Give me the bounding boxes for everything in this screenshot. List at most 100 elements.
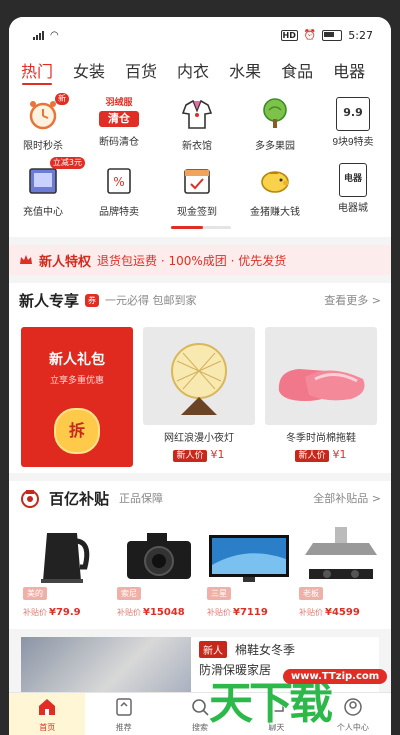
phone-screen: ◠ HD ⏰ 5:27 热门 女装 百货 内衣 水果 食品 电器 新 限时秒杀 …	[9, 17, 391, 735]
watermark-url: www.TTzip.com	[283, 669, 388, 684]
brand-tag: 索尼	[117, 587, 141, 600]
subsidy-item[interactable]: 三星 补贴价 ¥7119	[207, 525, 291, 618]
tree-icon	[263, 98, 287, 128]
feed-title-line1: 棉鞋女冬季	[235, 643, 296, 657]
clock: 5:27	[348, 28, 373, 42]
category-label: 现金签到	[177, 207, 217, 218]
open-coin-button[interactable]: 拆	[54, 408, 100, 454]
category-orchard[interactable]: 多多果园	[247, 97, 303, 152]
calendar-check-icon	[184, 169, 210, 194]
gift-subtitle: 立享多重优惠	[49, 376, 104, 386]
tab-women[interactable]: 女装	[73, 58, 105, 82]
category-label: 充值中心	[23, 207, 63, 218]
category-clearance[interactable]: 羽绒服 清仓 断码清仓	[91, 97, 147, 148]
all-subsidy-link[interactable]: 全部补贴品 >	[313, 490, 381, 506]
category-label: 新衣馆	[182, 141, 212, 152]
category-label: 金猪赚大钱	[250, 207, 300, 218]
clearance-icon: 羽绒服 清仓	[99, 97, 139, 131]
tab-underwear[interactable]: 内衣	[177, 58, 209, 82]
product-name: 网红浪漫小夜灯	[164, 433, 234, 444]
subsidy-section: 百亿补贴 正品保障 全部补贴品 > 美的 补贴价 ¥79.9 索尼 补贴价 ¥150…	[9, 481, 391, 629]
category-label: 断码清仓	[99, 137, 139, 148]
feed-image	[21, 637, 191, 693]
category-label: 电器城	[338, 203, 368, 214]
discount-badge: 立减3元	[49, 157, 85, 169]
camera-image	[127, 533, 191, 579]
brand-tag: 三星	[207, 587, 231, 600]
category-flash-sale[interactable]: 新 限时秒杀	[15, 93, 71, 152]
category-new-clothes[interactable]: 新衣馆	[169, 97, 225, 152]
exclusive-subtitle: 一元必得 包邮到家	[105, 294, 197, 307]
slipper-image	[265, 327, 377, 425]
tab-home[interactable]: 首页	[9, 693, 86, 735]
tab-general[interactable]: 百货	[125, 58, 157, 82]
subsidy-subtitle: 正品保障	[119, 492, 164, 505]
subsidy-badge-icon	[21, 490, 39, 508]
category-grid: 新 限时秒杀 羽绒服 清仓 断码清仓 新衣馆 多多果园 9.9 9块9特卖 立减…	[9, 87, 391, 237]
price-tag: 新人价	[173, 450, 207, 462]
product-price: ¥1	[210, 448, 225, 461]
tab-fruit[interactable]: 水果	[229, 58, 261, 82]
category-label: 9块9特卖	[332, 137, 374, 148]
subsidy-item[interactable]: 美的 补贴价 ¥79.9	[23, 525, 107, 618]
category-99-sale[interactable]: 9.9 9块9特卖	[325, 97, 381, 148]
crown-icon	[20, 255, 32, 264]
category-label: 品牌特卖	[99, 207, 139, 218]
category-label: 限时秒杀	[23, 141, 63, 152]
product-price: ¥1	[332, 448, 347, 461]
category-appliance-city[interactable]: 电器 电器城	[325, 163, 381, 214]
coupon-tag: 券	[85, 293, 100, 307]
kettle-image	[41, 533, 90, 583]
tab-appliance[interactable]: 电器	[333, 58, 365, 82]
subsidy-price: ¥15048	[143, 607, 185, 618]
new-user-title: 新人特权	[39, 254, 92, 270]
category-tabs: 热门 女装 百货 内衣 水果 食品 电器	[9, 53, 391, 87]
subsidy-item[interactable]: 索尼 补贴价 ¥15048	[117, 525, 201, 618]
category-label: 多多果园	[255, 141, 295, 152]
appliance-icon: 电器	[339, 163, 367, 197]
new-user-benefits: 退货包运费 · 100%成团 · 优先发货	[97, 253, 287, 268]
golden-pig-icon	[261, 171, 289, 193]
sailor-shirt-icon	[181, 99, 213, 129]
tab-hot[interactable]: 热门	[21, 58, 53, 82]
new-user-badge: 新人	[199, 641, 227, 658]
new-user-gift-card[interactable]: 新人礼包 立享多重优惠 拆	[21, 327, 133, 467]
exclusive-title: 新人专享	[19, 292, 80, 310]
brand-tag: 美的	[23, 587, 47, 600]
view-more-link[interactable]: 查看更多 >	[324, 292, 381, 308]
range-hood-image	[305, 527, 377, 579]
svg-text:%: %	[113, 175, 124, 189]
search-icon	[192, 699, 209, 716]
product-card[interactable]: 冬季时尚棉拖鞋 新人价 ¥1	[265, 327, 377, 462]
subsidy-title: 百亿补贴	[49, 490, 110, 508]
discount-bag-icon: %	[107, 168, 131, 194]
new-user-banner[interactable]: 新人特权 退货包运费 · 100%成团 · 优先发货	[9, 245, 391, 275]
subsidy-price: ¥4599	[325, 607, 360, 618]
tab-recommend[interactable]: 推荐	[85, 693, 161, 735]
hd-indicator: HD	[280, 29, 298, 41]
status-bar: ◠ HD ⏰ 5:27	[9, 17, 391, 53]
subsidy-price: ¥7119	[233, 607, 268, 618]
price-99-icon: 9.9	[336, 97, 370, 131]
active-tab-underline	[22, 83, 52, 85]
subsidy-item[interactable]: 老板 补贴价 ¥4599	[299, 525, 383, 618]
tab-food[interactable]: 食品	[281, 58, 313, 82]
product-name: 冬季时尚棉拖鞋	[286, 433, 356, 444]
exclusive-section: 新人专享 券 一元必得 包邮到家 查看更多 > 新人礼包 立享多重优惠 拆 网红…	[9, 283, 391, 473]
brand-tag: 老板	[299, 587, 323, 600]
night-lamp-image	[143, 327, 255, 425]
recommend-icon	[115, 698, 132, 716]
watermark-logo: 天下载 www.TTzip.com	[209, 661, 391, 731]
category-topup[interactable]: 立减3元 充值中心	[15, 157, 85, 218]
wifi-icon: ◠	[50, 29, 59, 41]
signal-icon	[33, 30, 44, 40]
subsidy-price: ¥79.9	[49, 607, 81, 618]
category-golden-pig[interactable]: 金猪赚大钱	[247, 163, 303, 218]
new-badge: 新	[55, 93, 69, 105]
product-card[interactable]: 网红浪漫小夜灯 新人价 ¥1	[143, 327, 255, 462]
alarm-icon: ⏰	[303, 29, 317, 41]
category-cash-checkin[interactable]: 现金签到	[169, 163, 225, 218]
gift-title: 新人礼包	[49, 352, 105, 368]
category-brand-sale[interactable]: % 品牌特卖	[91, 163, 147, 218]
price-tag: 新人价	[295, 450, 329, 462]
